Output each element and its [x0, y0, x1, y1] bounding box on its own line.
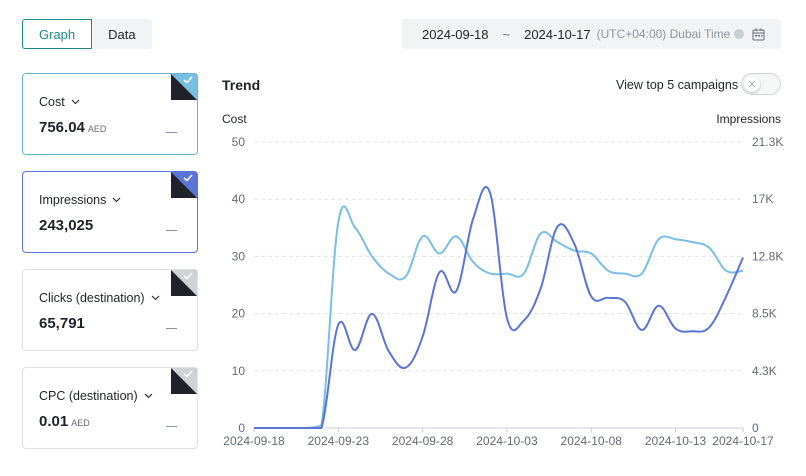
y-left-tick-label: 10	[232, 364, 246, 378]
x-tick-label: 2024-10-03	[476, 434, 538, 448]
y-right-tick-label: 17K	[752, 192, 773, 206]
x-tick-label: 2024-10-17	[712, 434, 774, 448]
x-tick-label: 2024-10-08	[561, 434, 623, 448]
x-tick-label: 2024-09-28	[392, 434, 454, 448]
y-left-tick-label: 0	[238, 421, 245, 435]
y-right-tick-label: 4.3K	[752, 364, 777, 378]
impressions-series-line	[254, 185, 744, 429]
y-right-tick-label: 21.3K	[752, 135, 783, 149]
x-tick-label: 2024-09-18	[223, 434, 285, 448]
y-left-tick-label: 50	[232, 135, 246, 149]
trend-chart[interactable]: 0 0 10 4.3K 20 8.5K 30 12.8K 40 17K 50 21.3K 2024-09…	[0, 0, 806, 476]
y-left-tick-label: 30	[232, 249, 246, 263]
x-tick-label: 2024-09-23	[308, 434, 370, 448]
y-right-tick-label: 12.8K	[752, 249, 783, 263]
y-right-tick-label: 0	[752, 421, 759, 435]
y-left-tick-label: 20	[232, 307, 246, 321]
x-tick-label: 2024-10-13	[645, 434, 707, 448]
y-right-tick-label: 8.5K	[752, 307, 777, 321]
y-left-tick-label: 40	[232, 192, 246, 206]
